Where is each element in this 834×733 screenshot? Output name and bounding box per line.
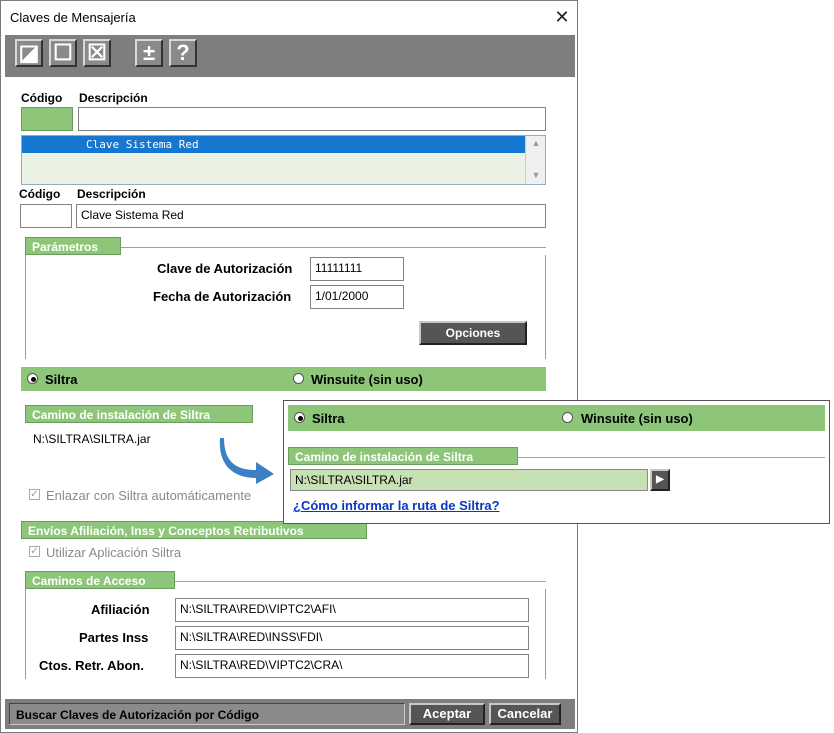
ctos-label: Ctos. Retr. Abon. [39, 658, 144, 673]
help-icon[interactable]: ? [169, 39, 197, 67]
divider [175, 581, 546, 582]
partes-inss-label: Partes Inss [79, 630, 149, 645]
code-input[interactable] [20, 204, 72, 228]
title-bar: Claves de Mensajería ✕ [1, 1, 577, 35]
status-bar: Buscar Claves de Autorización por Código… [5, 699, 575, 729]
browse-button[interactable]: ▶ [650, 469, 670, 491]
popup-radio-bar: Siltra Winsuite (sin uso) [288, 405, 825, 431]
help-link[interactable]: ¿Cómo informar la ruta de Siltra? [293, 498, 500, 513]
scroll-up-icon[interactable]: ▲ [526, 138, 546, 148]
pointer-arrow-icon [219, 438, 274, 484]
code-label: Código [19, 187, 61, 201]
edit-record-icon[interactable]: ☐ [49, 39, 77, 67]
fecha-label: Fecha de Autorización [153, 289, 292, 304]
popup-winsuite-label: Winsuite (sin uso) [581, 411, 693, 426]
enlazar-label: Enlazar con Siltra automáticamente [46, 488, 252, 503]
popup-siltra-label: Siltra [312, 411, 345, 426]
ctos-input[interactable]: N:\SILTRA\RED\VIPTC2\CRA\ [175, 654, 529, 678]
search-results-list[interactable]: Clave Sistema Red ▲ ▼ [21, 135, 546, 185]
partes-inss-input[interactable]: N:\SILTRA\RED\INSS\FDI\ [175, 626, 529, 650]
clave-label: Clave de Autorización [157, 261, 293, 276]
scroll-down-icon[interactable]: ▼ [526, 170, 546, 180]
afiliacion-input[interactable]: N:\SILTRA\RED\VIPTC2\AFI\ [175, 598, 529, 622]
list-scrollbar[interactable]: ▲ ▼ [525, 136, 545, 184]
siltra-radio[interactable] [27, 373, 38, 384]
afiliacion-label: Afiliación [91, 602, 150, 617]
utilizar-checkbox[interactable]: ✓ [29, 546, 40, 557]
zoom-callout: Siltra Winsuite (sin uso) Camino de inst… [283, 400, 830, 524]
search-desc-input[interactable] [78, 107, 546, 131]
divider [121, 247, 546, 248]
parametros-section-title: Parámetros [25, 237, 121, 255]
mode-radio-bar: Siltra Winsuite (sin uso) [21, 367, 546, 391]
popup-camino-input[interactable]: N:\SILTRA\SILTRA.jar [290, 469, 648, 491]
plus-minus-icon[interactable]: ± [135, 39, 163, 67]
popup-winsuite-radio[interactable] [562, 412, 573, 423]
search-desc-label: Descripción [79, 91, 148, 105]
fecha-input[interactable]: 1/01/2000 [310, 285, 404, 309]
caminos-section-title: Caminos de Acceso [25, 571, 175, 589]
list-item[interactable]: Clave Sistema Red [22, 136, 525, 153]
cancelar-button[interactable]: Cancelar [489, 703, 561, 725]
winsuite-radio-label: Winsuite (sin uso) [311, 372, 423, 387]
desc-label: Descripción [77, 187, 146, 201]
form-content: Código Descripción Clave Sistema Red ▲ ▼… [5, 77, 575, 699]
description-input[interactable]: Clave Sistema Red [76, 204, 546, 228]
new-record-icon[interactable]: ◪ [15, 39, 43, 67]
popup-camino-title: Camino de instalación de Siltra [288, 447, 518, 465]
search-code-label: Código [21, 91, 63, 105]
window-title: Claves de Mensajería [10, 10, 136, 25]
close-icon[interactable]: ✕ [551, 6, 573, 28]
utilizar-label: Utilizar Aplicación Siltra [46, 545, 182, 560]
status-text: Buscar Claves de Autorización por Código [9, 703, 405, 725]
enlazar-checkbox[interactable]: ✓ [29, 489, 40, 500]
winsuite-radio[interactable] [293, 373, 304, 384]
window: Claves de Mensajería ✕ ◪ ☐ ☒ ± ? Código … [0, 0, 578, 733]
search-code-input[interactable] [21, 107, 73, 131]
clave-input[interactable]: 11111111 [310, 257, 404, 281]
opciones-button[interactable]: Opciones [419, 321, 527, 345]
aceptar-button[interactable]: Aceptar [409, 703, 485, 725]
toolbar: ◪ ☐ ☒ ± ? [5, 35, 575, 77]
divider [518, 457, 825, 458]
popup-siltra-radio[interactable] [294, 412, 305, 423]
delete-record-icon[interactable]: ☒ [83, 39, 111, 67]
camino-section-title: Camino de instalación de Siltra [25, 405, 253, 423]
siltra-radio-label: Siltra [45, 372, 78, 387]
